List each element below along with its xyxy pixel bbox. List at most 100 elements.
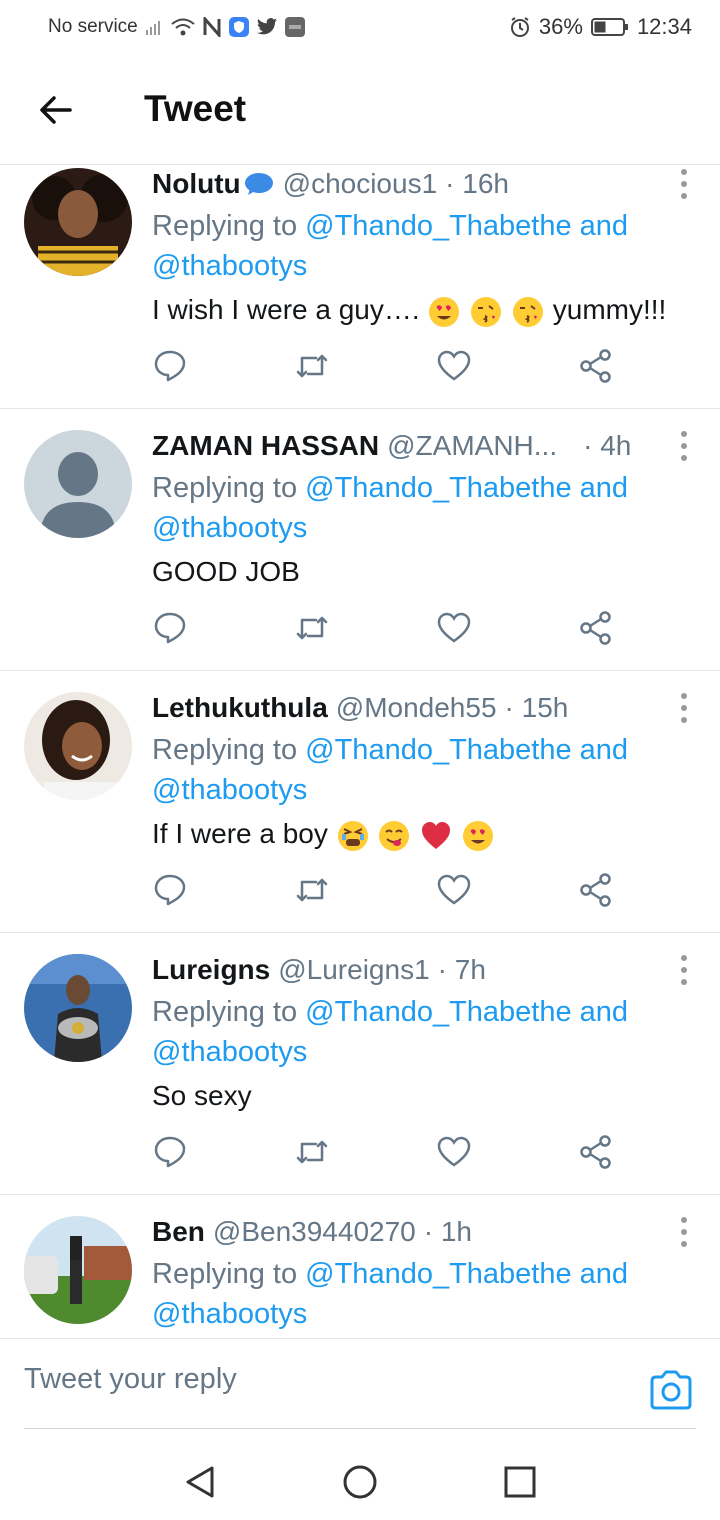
nav-home-icon[interactable]: [340, 1462, 380, 1502]
mention-link[interactable]: @thabootys: [152, 512, 307, 544]
tweet-text: So sexy: [152, 1080, 252, 1112]
tweet-header: Lethukuthula @Mondeh55 · 15h: [152, 690, 568, 726]
replying-to: Replying to @Thando_Thabethe and @thaboot…: [152, 206, 672, 286]
reply-icon[interactable]: [152, 610, 188, 646]
retweet-icon[interactable]: [294, 348, 330, 384]
like-icon[interactable]: [436, 610, 472, 646]
reply-input[interactable]: Tweet your reply: [24, 1363, 237, 1396]
tweet-text: I wish I were a guy…. yummy!!!: [152, 294, 666, 328]
mention-link[interactable]: @Thando_Thabethe and: [305, 996, 628, 1028]
nfc-icon: [203, 17, 221, 37]
composer-divider: [24, 1428, 696, 1429]
author-name[interactable]: Nolutu: [152, 168, 241, 200]
mention-link[interactable]: @thabootys: [152, 774, 307, 806]
retweet-icon[interactable]: [294, 872, 330, 908]
mention-link[interactable]: @thabootys: [152, 1298, 307, 1330]
avatar[interactable]: [24, 692, 132, 800]
tweet-header: Lureigns @Lureigns1 · 7h: [152, 952, 486, 988]
speech-bubble-emoji: [244, 173, 273, 195]
wifi-icon: [171, 18, 195, 36]
battery-icon: [590, 18, 628, 36]
mention-link[interactable]: @Thando_Thabethe and: [305, 1258, 628, 1290]
more-options-icon[interactable]: [678, 166, 690, 202]
author-name[interactable]: ZAMAN HASSAN: [152, 430, 379, 462]
more-options-icon[interactable]: [678, 1214, 690, 1250]
share-icon[interactable]: [578, 610, 614, 646]
tweet-text-content: If I were a boy: [152, 818, 328, 849]
arrow-left-icon[interactable]: [36, 90, 76, 130]
more-options-icon[interactable]: [678, 952, 690, 988]
hms-icon: [284, 17, 305, 37]
tweet-actions: [152, 1134, 622, 1174]
reply-composer[interactable]: Tweet your reply: [0, 1338, 720, 1429]
tweet-text-suffix: yummy!!!: [552, 294, 667, 325]
tweet[interactable]: Lethukuthula @Mondeh55 · 15h Replying to…: [0, 690, 720, 933]
tweet-text-content: GOOD JOB: [152, 556, 300, 587]
tweet-text: If I were a boy: [152, 818, 495, 852]
more-options-icon[interactable]: [678, 428, 690, 464]
status-left: No service: [48, 16, 306, 38]
tweet-header: Nolutu @chocious1 · 16h: [152, 166, 509, 202]
author-name[interactable]: Lureigns: [152, 954, 270, 986]
mention-link[interactable]: @Thando_Thabethe and: [305, 734, 628, 766]
tweet-time: · 1h: [423, 1216, 472, 1247]
tweet[interactable]: ZAMAN HASSAN @ZAMANH... · 4h Replying to…: [0, 428, 720, 671]
more-options-icon[interactable]: [678, 690, 690, 726]
retweet-icon[interactable]: [294, 1134, 330, 1170]
tweet-text-content: I wish I were a guy….: [152, 294, 420, 325]
tweet[interactable]: Ben @Ben39440270 · 1h Replying to @Thand…: [0, 1214, 720, 1338]
header: Tweet: [0, 60, 720, 165]
like-icon[interactable]: [436, 872, 472, 908]
tweet-time: · 7h: [437, 954, 486, 985]
avatar[interactable]: [24, 168, 132, 276]
avatar[interactable]: [24, 954, 132, 1062]
author-handle[interactable]: @chocious1: [283, 168, 438, 200]
replying-to: Replying to @Thando_Thabethe and @thaboot…: [152, 730, 672, 810]
kiss-emoji: [513, 296, 543, 327]
signal-icon: [145, 21, 160, 35]
nav-back-icon[interactable]: [180, 1462, 220, 1502]
author-handle[interactable]: @Mondeh55: [336, 692, 497, 724]
mention-link[interactable]: @thabootys: [152, 250, 307, 282]
like-icon[interactable]: [436, 348, 472, 384]
yum-face-emoji: [379, 820, 410, 851]
clock: 12:34: [636, 14, 692, 39]
alarm-icon: [510, 17, 529, 37]
twitter-bird-icon: [256, 18, 277, 35]
author-handle[interactable]: @Lureigns1: [278, 954, 429, 986]
tweet[interactable]: Lureigns @Lureigns1 · 7h Replying to @Th…: [0, 952, 720, 1195]
tweet-time: · 15h: [504, 692, 569, 723]
kiss-emoji: [471, 296, 502, 327]
author-handle[interactable]: @Ben39440270: [213, 1216, 416, 1248]
mention-link[interactable]: @thabootys: [152, 1036, 307, 1068]
red-heart-emoji: [422, 821, 451, 849]
retweet-icon[interactable]: [294, 610, 330, 646]
author-handle[interactable]: @ZAMANH...: [387, 430, 557, 462]
avatar[interactable]: [24, 1216, 132, 1324]
share-icon[interactable]: [578, 1134, 614, 1170]
heart-eyes-emoji: [463, 820, 493, 851]
replying-to: Replying to @Thando_Thabethe and @thaboot…: [152, 992, 672, 1072]
avatar[interactable]: [24, 430, 132, 538]
reply-icon[interactable]: [152, 1134, 188, 1170]
tweet-actions: [152, 872, 622, 912]
system-nav-bar: [0, 1440, 720, 1520]
camera-icon[interactable]: [648, 1369, 694, 1411]
carrier-label: No service: [48, 16, 138, 37]
replying-prefix: Replying to: [152, 472, 306, 504]
nav-recents-icon[interactable]: [500, 1462, 540, 1502]
author-name[interactable]: Lethukuthula: [152, 692, 328, 724]
mention-link[interactable]: @Thando_Thabethe and: [305, 472, 628, 504]
replying-to: Replying to @Thando_Thabethe and @thaboot…: [152, 1254, 672, 1334]
replying-prefix: Replying to: [152, 210, 306, 242]
share-icon[interactable]: [578, 872, 614, 908]
share-icon[interactable]: [578, 348, 614, 384]
reply-icon[interactable]: [152, 872, 188, 908]
tweet-actions: [152, 348, 622, 388]
author-name[interactable]: Ben: [152, 1216, 205, 1248]
replying-to: Replying to @Thando_Thabethe and @thaboot…: [152, 468, 672, 548]
tweet[interactable]: Nolutu @chocious1 · 16h Replying to @Tha…: [0, 166, 720, 409]
like-icon[interactable]: [436, 1134, 472, 1170]
reply-icon[interactable]: [152, 348, 188, 384]
mention-link[interactable]: @Thando_Thabethe and: [305, 210, 628, 242]
